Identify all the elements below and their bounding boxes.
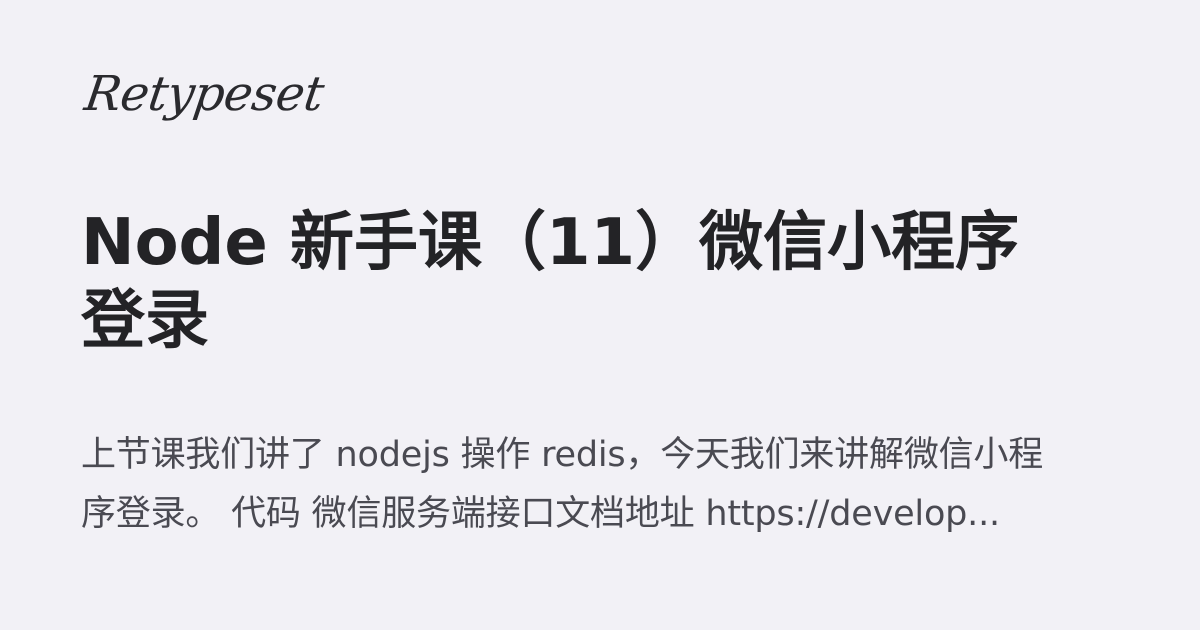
site-logo: Retypeset bbox=[81, 66, 328, 122]
share-card: Retypeset Node 新手课（11）微信小程序登录 上节课我们讲了 no… bbox=[81, 60, 1081, 620]
post-excerpt: 上节课我们讲了 nodejs 操作 redis，今天我们来讲解微信小程序登录。 … bbox=[81, 435, 1044, 534]
post-title: Node 新手课（11）微信小程序登录 bbox=[81, 206, 1020, 358]
